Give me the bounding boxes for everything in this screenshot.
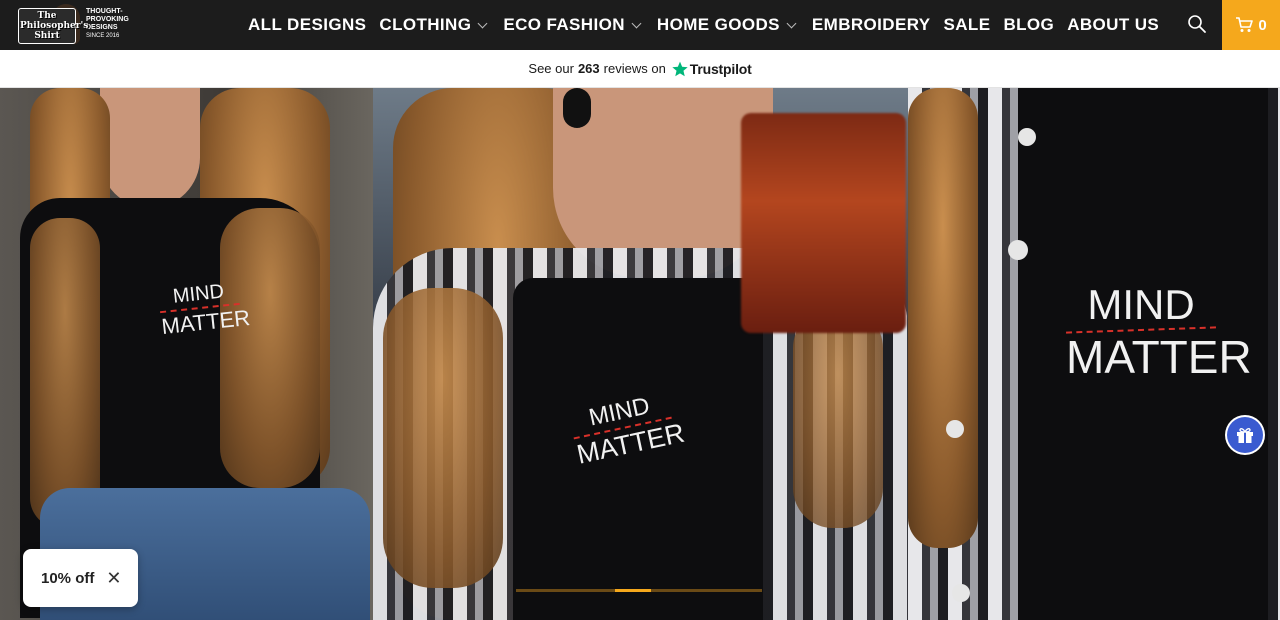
nav-label: EMBROIDERY (811, 15, 931, 34)
discount-popup[interactable]: 10% off ✕ (23, 549, 138, 607)
nav-embroidery[interactable]: EMBROIDERY (812, 15, 931, 35)
brand-logo[interactable]: The Philosopher's Shirt THOUGHT-PROVOKIN… (18, 3, 136, 45)
chevron-down-icon (631, 18, 642, 28)
logo-wordmark: The Philosopher's Shirt (18, 8, 88, 44)
hero-image-center: MIND MATTER (373, 88, 908, 620)
slide-progress-bar[interactable] (516, 589, 762, 592)
nav-eco-fashion[interactable]: ECO FASHION (503, 15, 644, 35)
tshirt-print: MIND MATTER (158, 280, 251, 339)
nav-label: ALL DESIGNS (248, 15, 367, 34)
site-header: The Philosopher's Shirt THOUGHT-PROVOKIN… (0, 0, 1280, 50)
chevron-down-icon (477, 18, 488, 28)
trust-prefix: See our (528, 61, 574, 76)
hero-image-left: MIND MATTER (0, 88, 373, 620)
cart-count: 0 (1258, 16, 1267, 34)
trustpilot-bar[interactable]: See our 263 reviews on Trustpilot (0, 50, 1280, 88)
review-count: 263 (577, 61, 600, 76)
nav-clothing[interactable]: CLOTHING (379, 15, 490, 35)
print-line2: MATTER (1066, 331, 1252, 383)
search-icon[interactable] (1187, 14, 1207, 34)
nav-label: ECO FASHION (503, 15, 625, 34)
trustpilot-star-icon (672, 61, 688, 76)
nav-label: ABOUT US (1067, 15, 1160, 34)
print-line1: MIND (1087, 281, 1195, 328)
gift-button[interactable] (1227, 417, 1263, 453)
nav-blog[interactable]: BLOG (1003, 15, 1054, 35)
nav-sale[interactable]: SALE (944, 15, 991, 35)
hero-image-right: MIND MATTER (908, 88, 1280, 620)
logo-since: SINCE 2016 (86, 33, 120, 39)
logo-tagline: THOUGHT-PROVOKING DESIGNS SINCE 2016 (86, 8, 136, 40)
slide-progress-indicator (615, 589, 651, 592)
trustpilot-wordmark: Trustpilot (689, 60, 752, 77)
cart-button[interactable]: 0 (1222, 0, 1280, 50)
nav-about-us[interactable]: ABOUT US (1067, 15, 1159, 35)
close-icon[interactable]: ✕ (106, 568, 121, 589)
nav-label: HOME GOODS (656, 15, 780, 34)
hero-slideshow[interactable]: MIND MATTER MIND MATTER MIND MATTER (0, 88, 1280, 620)
nav-all-designs[interactable]: ALL DESIGNS (248, 15, 366, 35)
cart-icon (1236, 17, 1254, 32)
tshirt-print: MIND MATTER (1066, 281, 1252, 383)
nav-label: CLOTHING (379, 15, 472, 34)
nav-home-goods[interactable]: HOME GOODS (657, 15, 799, 35)
logo-badge: The Philosopher's Shirt (18, 4, 88, 44)
chevron-down-icon (786, 18, 797, 28)
trust-suffix: reviews on (603, 61, 666, 76)
discount-label: 10% off (41, 569, 95, 587)
main-nav: ALL DESIGNS CLOTHING ECO FASHION HOME GO… (248, 0, 1172, 50)
gift-icon (1237, 428, 1253, 443)
logo-tagline-text: THOUGHT-PROVOKING DESIGNS (86, 8, 129, 31)
nav-label: BLOG (1003, 15, 1055, 34)
nav-label: SALE (943, 15, 991, 34)
